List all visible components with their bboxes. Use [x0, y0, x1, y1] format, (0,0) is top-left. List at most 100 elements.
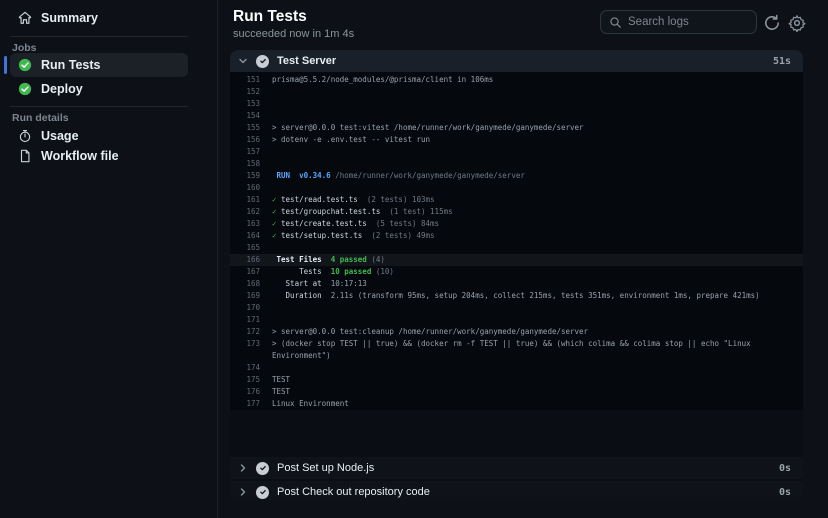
line-number[interactable]: 157 [230, 146, 260, 158]
log-group-post-setup-node[interactable]: Post Set up Node.js 0s [230, 457, 803, 479]
chevron-right-icon [238, 487, 248, 497]
line-number[interactable]: 151 [230, 74, 260, 86]
search-icon [609, 16, 622, 29]
log-line: 175TEST [230, 374, 803, 386]
log-line: 152 [230, 86, 803, 98]
log-line-content: > server@0.0.0 test:vitest /home/runner/… [260, 122, 803, 134]
line-number[interactable]: 171 [230, 314, 260, 326]
selected-job-accent-bar [4, 56, 7, 74]
log-line-content: TEST [260, 386, 803, 398]
log-line: 164✓ test/setup.test.ts (2 tests) 49ms [230, 230, 803, 242]
log-line: 158 [230, 158, 803, 170]
sidebar-item-label: Run Tests [41, 58, 101, 72]
success-check-icon [18, 58, 32, 72]
home-icon [18, 11, 32, 25]
log-line: 170 [230, 302, 803, 314]
search-logs-box [600, 10, 757, 34]
log-lines: 151prisma@5.5.2/node_modules/@prisma/cli… [230, 72, 803, 410]
log-line-content: Test Files 4 passed (4) [260, 254, 803, 266]
log-line: 176TEST [230, 386, 803, 398]
line-number[interactable]: 176 [230, 386, 260, 398]
line-number[interactable]: 166 [230, 254, 260, 266]
log-line-content: Tests 10 passed (10) [260, 266, 803, 278]
sidebar: Summary Jobs Run Tests Deploy Run detail… [0, 0, 218, 518]
line-number[interactable]: 174 [230, 362, 260, 374]
sidebar-divider [10, 106, 188, 107]
line-number[interactable]: 160 [230, 182, 260, 194]
log-panel: Test Server 51s 151prisma@5.5.2/node_mod… [230, 50, 803, 500]
log-line: 160 [230, 182, 803, 194]
log-line: 156> dotenv -e .env.test -- vitest run [230, 134, 803, 146]
log-line-content: ✓ test/setup.test.ts (2 tests) 49ms [260, 230, 803, 242]
step-success-icon [256, 462, 269, 475]
line-number[interactable]: 177 [230, 398, 260, 410]
log-line: 172> server@0.0.0 test:cleanup /home/run… [230, 326, 803, 338]
log-line-content: prisma@5.5.2/node_modules/@prisma/client… [260, 74, 803, 86]
success-check-icon [18, 82, 32, 96]
step-duration: 51s [773, 56, 791, 67]
log-line-content: > dotenv -e .env.test -- vitest run [260, 134, 803, 146]
file-icon [18, 149, 32, 163]
sidebar-item-label: Deploy [41, 82, 83, 96]
line-number[interactable]: 155 [230, 122, 260, 134]
step-name: Test Server [277, 55, 765, 67]
log-line-content: ✓ test/read.test.ts (2 tests) 103ms [260, 194, 803, 206]
run-details-heading: Run details [12, 112, 69, 124]
line-number[interactable]: 170 [230, 302, 260, 314]
line-number[interactable]: 164 [230, 230, 260, 242]
sidebar-item-workflow-file[interactable]: Workflow file [10, 144, 188, 168]
gear-icon[interactable] [788, 14, 806, 32]
log-line-content: Linux Environment [260, 398, 803, 410]
sidebar-item-deploy[interactable]: Deploy [10, 77, 188, 101]
search-logs-input[interactable] [628, 16, 748, 28]
line-number[interactable]: 173 [230, 338, 260, 350]
log-line: 171 [230, 314, 803, 326]
sidebar-item-label: Usage [41, 129, 79, 143]
run-status-text: succeeded now in 1m 4s [233, 28, 354, 40]
line-number[interactable]: 159 [230, 170, 260, 182]
step-duration: 0s [779, 487, 791, 498]
line-number[interactable]: 152 [230, 86, 260, 98]
log-line-content: Duration 2.11s (transform 95ms, setup 20… [260, 290, 803, 302]
log-line: 155> server@0.0.0 test:vitest /home/runn… [230, 122, 803, 134]
log-line: 166 Test Files 4 passed (4) [230, 254, 803, 266]
line-number[interactable]: 163 [230, 218, 260, 230]
refresh-icon[interactable] [763, 14, 781, 32]
log-group-test-server[interactable]: Test Server 51s [230, 50, 803, 72]
sidebar-item-run-tests[interactable]: Run Tests [10, 53, 188, 77]
step-name: Post Check out repository code [277, 486, 771, 498]
step-success-icon [256, 55, 269, 68]
sidebar-item-label: Workflow file [41, 149, 119, 163]
page-title: Run Tests [233, 8, 307, 26]
log-line: 165 [230, 242, 803, 254]
log-line: 167 Tests 10 passed (10) [230, 266, 803, 278]
step-success-icon [256, 486, 269, 499]
sidebar-item-summary[interactable]: Summary [10, 6, 188, 30]
log-line: 173> (docker stop TEST || true) && (dock… [230, 338, 803, 362]
line-number[interactable]: 161 [230, 194, 260, 206]
line-number[interactable]: 165 [230, 242, 260, 254]
chevron-right-icon [238, 463, 248, 473]
line-number[interactable]: 158 [230, 158, 260, 170]
line-number[interactable]: 153 [230, 98, 260, 110]
log-line-content: RUN v0.34.6 /home/runner/work/ganymede/g… [260, 170, 803, 182]
line-number[interactable]: 162 [230, 206, 260, 218]
line-number[interactable]: 172 [230, 326, 260, 338]
line-number[interactable]: 169 [230, 290, 260, 302]
line-number[interactable]: 167 [230, 266, 260, 278]
log-line: 174 [230, 362, 803, 374]
line-number[interactable]: 154 [230, 110, 260, 122]
stopwatch-icon [18, 129, 32, 143]
line-number[interactable]: 175 [230, 374, 260, 386]
log-line-content: Start at 10:17:13 [260, 278, 803, 290]
log-line: 153 [230, 98, 803, 110]
line-number[interactable]: 168 [230, 278, 260, 290]
sidebar-item-label: Summary [41, 11, 98, 25]
log-line-content: > (docker stop TEST || true) && (docker … [260, 338, 803, 362]
log-line: 168 Start at 10:17:13 [230, 278, 803, 290]
step-duration: 0s [779, 463, 791, 474]
step-name: Post Set up Node.js [277, 462, 771, 474]
log-group-post-checkout[interactable]: Post Check out repository code 0s [230, 481, 803, 500]
line-number[interactable]: 156 [230, 134, 260, 146]
log-line: 169 Duration 2.11s (transform 95ms, setu… [230, 290, 803, 302]
